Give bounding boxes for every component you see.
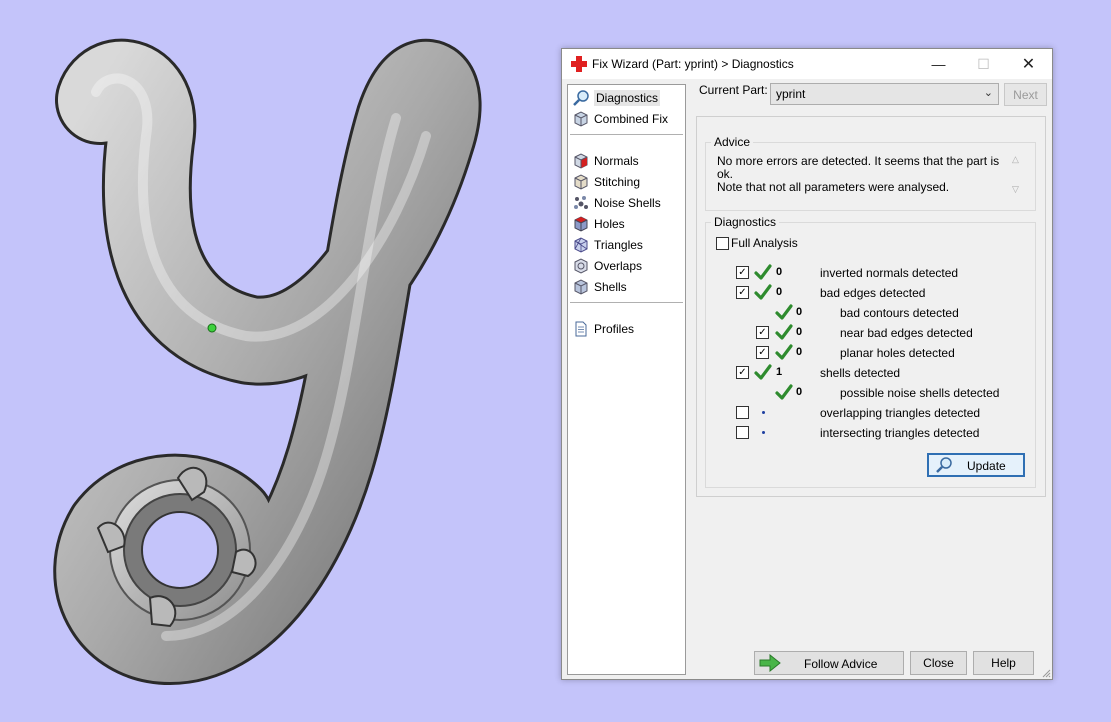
stitching-cube-icon — [574, 174, 588, 190]
shells-label: shells detected — [820, 366, 901, 380]
holes-cube-icon — [574, 216, 588, 232]
not-analysed-dot-icon — [762, 411, 765, 414]
noise-shells-icon — [574, 196, 588, 209]
magnifier-icon — [573, 90, 589, 106]
planar-holes-label: planar holes detected — [840, 346, 955, 360]
planar-holes-checkbox[interactable]: ✓ — [756, 346, 769, 359]
full-analysis-label: Full Analysis — [731, 236, 798, 250]
bad-edges-checkbox[interactable]: ✓ — [736, 286, 749, 299]
nav-item-holes[interactable]: Holes — [572, 214, 625, 234]
advice-scrollbar[interactable]: △ ▽ — [1009, 154, 1025, 201]
maximize-button[interactable]: ☐ — [961, 49, 1006, 79]
pivot-point[interactable] — [207, 323, 217, 333]
cube-icon — [574, 111, 588, 127]
bad-edges-label: bad edges detected — [820, 286, 926, 300]
follow-advice-button[interactable]: Follow Advice — [754, 651, 904, 675]
nav-item-label: Noise Shells — [594, 196, 661, 210]
noise-shells-label: possible noise shells detected — [840, 386, 1000, 400]
nav-item-triangles[interactable]: Triangles — [572, 235, 643, 255]
diag-row-bad-contours: 0 bad contours detected — [562, 304, 1052, 322]
resize-grip-icon[interactable] — [1041, 668, 1051, 678]
inverted-normals-checkbox[interactable]: ✓ — [736, 266, 749, 279]
diag-row-bad-edges: ✓ 0 bad edges detected — [562, 284, 1052, 302]
overlapping-triangles-checkbox[interactable] — [736, 406, 749, 419]
current-part-select[interactable]: yprint ⌄ — [770, 83, 999, 105]
advice-legend: Advice — [714, 135, 751, 149]
inverted-normals-label: inverted normals detected — [820, 266, 959, 280]
next-button[interactable]: Next — [1004, 83, 1047, 106]
diag-row-shells: ✓ 1 shells detected — [562, 364, 1052, 382]
near-bad-edges-checkbox[interactable]: ✓ — [756, 326, 769, 339]
planar-holes-count: 0 — [796, 346, 803, 358]
nav-separator — [570, 134, 683, 135]
y-print-model — [53, 38, 482, 685]
update-button[interactable]: Update — [927, 453, 1025, 477]
nav-item-diagnostics[interactable]: Diagnostics — [572, 88, 661, 108]
triangles-cube-icon — [574, 237, 588, 253]
diag-row-noise-shells: 0 possible noise shells detected — [562, 384, 1052, 402]
diag-row-overlapping-triangles: overlapping triangles detected — [562, 404, 1052, 422]
nav-separator — [570, 302, 683, 303]
intersecting-triangles-label: intersecting triangles detected — [820, 426, 980, 440]
advice-text: No more errors are detected. It seems th… — [717, 154, 1000, 194]
inverted-normals-count: 0 — [776, 266, 783, 278]
minimize-button[interactable]: — — [916, 49, 961, 79]
not-analysed-dot-icon — [762, 431, 765, 434]
green-check-icon — [754, 264, 772, 280]
title-bar[interactable]: Fix Wizard (Part: yprint) > Diagnostics … — [562, 49, 1052, 79]
current-part-label: Current Part: — [699, 83, 768, 97]
nav-item-label: Triangles — [594, 238, 643, 252]
bad-contours-label: bad contours detected — [840, 306, 959, 320]
nav-item-label: Holes — [594, 217, 625, 231]
nav-item-stitching[interactable]: Stitching — [572, 172, 640, 192]
nav-item-label: Normals — [594, 154, 639, 168]
green-check-icon — [775, 304, 793, 320]
nav-item-noise-shells[interactable]: Noise Shells — [572, 193, 661, 213]
close-button[interactable]: Close — [910, 651, 967, 675]
red-cross-icon — [571, 56, 587, 72]
bad-contours-count: 0 — [796, 306, 803, 318]
shells-checkbox[interactable]: ✓ — [736, 366, 749, 379]
full-analysis-checkbox[interactable] — [716, 237, 729, 250]
diag-row-intersecting-triangles: intersecting triangles detected — [562, 424, 1052, 442]
diagnostics-legend: Diagnostics — [714, 215, 777, 229]
normals-cube-icon — [574, 153, 588, 169]
green-check-icon — [775, 324, 793, 340]
help-button[interactable]: Help — [973, 651, 1034, 675]
chevron-down-icon: ⌄ — [983, 87, 993, 99]
bad-edges-count: 0 — [776, 286, 783, 298]
nav-item-label: Diagnostics — [594, 90, 661, 106]
near-bad-edges-count: 0 — [796, 326, 803, 338]
close-window-button[interactable]: ✕ — [1006, 49, 1051, 79]
shells-count: 1 — [776, 366, 783, 378]
overlapping-triangles-label: overlapping triangles detected — [820, 406, 981, 420]
green-check-icon — [775, 384, 793, 400]
diag-row-planar-holes: ✓ 0 planar holes detected — [562, 344, 1052, 362]
update-label: Update — [967, 459, 1006, 473]
green-check-icon — [754, 284, 772, 300]
noise-shells-count: 0 — [796, 386, 803, 398]
nav-item-normals[interactable]: Normals — [572, 151, 639, 171]
green-arrow-icon — [759, 654, 781, 672]
green-check-icon — [754, 364, 772, 380]
window-title: Fix Wizard (Part: yprint) > Diagnostics — [592, 57, 794, 71]
intersecting-triangles-checkbox[interactable] — [736, 426, 749, 439]
fix-wizard-dialog: Fix Wizard (Part: yprint) > Diagnostics … — [561, 48, 1053, 680]
current-part-value: yprint — [776, 87, 806, 101]
diag-row-inverted-normals: ✓ 0 inverted normals detected — [562, 264, 1052, 282]
nav-item-label: Stitching — [594, 175, 641, 189]
3d-viewport[interactable] — [0, 0, 560, 722]
green-check-icon — [775, 344, 793, 360]
nav-item-label: Combined Fix — [594, 112, 669, 126]
nav-item-combined-fix[interactable]: Combined Fix — [572, 109, 668, 129]
diag-row-near-bad-edges: ✓ 0 near bad edges detected — [562, 324, 1052, 342]
scroll-up-icon[interactable]: △ — [1012, 154, 1019, 165]
follow-advice-label: Follow Advice — [804, 657, 878, 671]
magnifier-icon — [936, 457, 952, 473]
near-bad-edges-label: near bad edges detected — [840, 326, 973, 340]
scroll-down-icon[interactable]: ▽ — [1012, 184, 1019, 195]
